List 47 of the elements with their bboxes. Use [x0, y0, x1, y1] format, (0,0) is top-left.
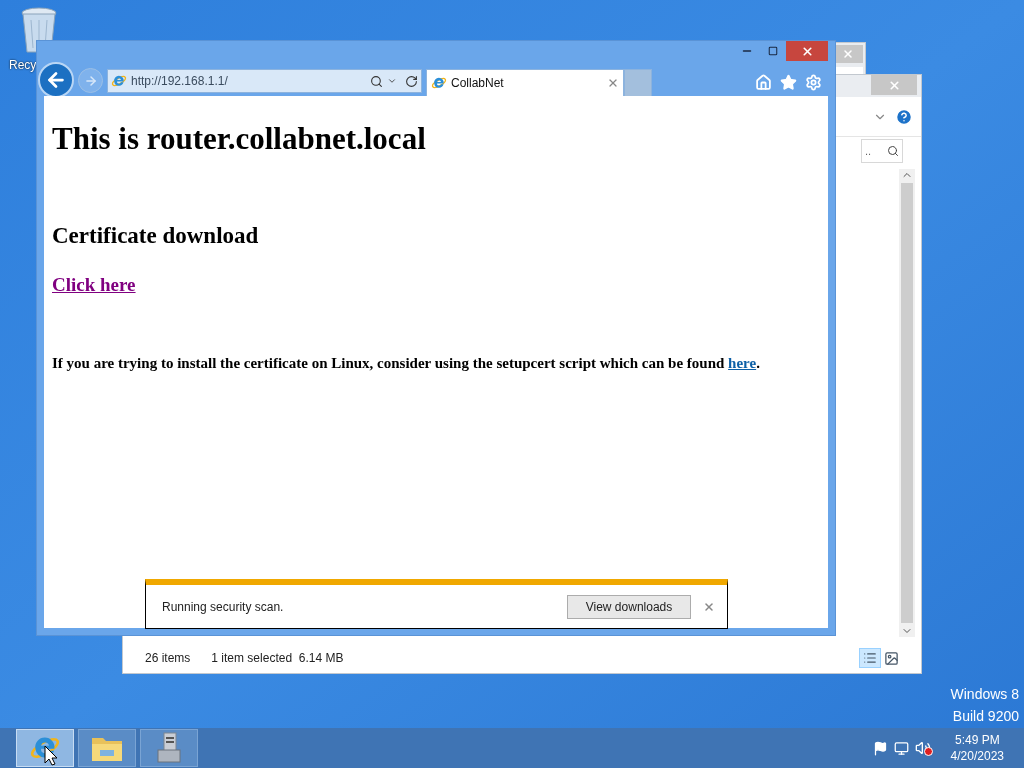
clock-date[interactable]: 4/20/2023	[950, 748, 1004, 764]
close-icon	[887, 78, 901, 92]
browser-icon	[111, 73, 127, 89]
details-view-button[interactable]	[859, 648, 881, 668]
click-here-link[interactable]: Click here	[52, 271, 136, 300]
close-icon[interactable]	[703, 600, 715, 613]
scroll-bar[interactable]	[899, 169, 915, 637]
icon-label: Recy	[9, 57, 37, 74]
help-icon[interactable]	[895, 107, 913, 126]
address-bar[interactable]: http://192.168.1.1/	[107, 69, 422, 93]
download-message: Running security scan.	[162, 598, 285, 616]
close-tab-icon[interactable]	[607, 77, 619, 89]
network-icon[interactable]	[893, 740, 909, 756]
star-icon[interactable]	[780, 74, 797, 91]
taskbar-button[interactable]	[16, 729, 74, 767]
settings-icon[interactable]	[805, 74, 822, 91]
browser-icon	[431, 75, 447, 91]
muted-badge	[923, 747, 933, 756]
cursor-icon	[44, 745, 58, 766]
forward-button[interactable]	[78, 68, 103, 93]
tiles-view-icon[interactable]	[884, 650, 899, 666]
status-text: 1 item selected 6.14 MB	[211, 650, 344, 667]
back-button[interactable]	[38, 62, 74, 98]
list-view-icon	[863, 651, 877, 665]
close-icon	[800, 44, 814, 58]
search-icon[interactable]	[370, 74, 383, 88]
maximize-icon	[768, 46, 778, 56]
status-text: 26 items	[145, 650, 191, 667]
browser-tab[interactable]: CollabNet	[426, 69, 624, 96]
search-field[interactable]: ..	[861, 139, 903, 163]
home-icon[interactable]	[755, 74, 772, 91]
here-link[interactable]: here	[728, 354, 757, 371]
search-icon	[887, 145, 899, 157]
clock-time[interactable]: 5:49 PM	[954, 732, 1000, 748]
close-button[interactable]	[786, 41, 828, 61]
refresh-icon[interactable]	[405, 74, 418, 88]
os-version-text: Windows 8	[950, 685, 1019, 704]
page-subheading: Certificate download	[52, 221, 260, 250]
paragraph: If you are trying to install the certificate on Linux, consider using the setupcert script which can be found here.	[52, 353, 761, 373]
view-downloads-button[interactable]: View downloads	[567, 594, 691, 619]
dropdown-icon[interactable]	[387, 76, 397, 86]
os-version-text: Build 9200	[952, 707, 1019, 726]
flag-icon[interactable]	[872, 740, 888, 756]
close-icon	[842, 48, 854, 60]
arrow-right-icon	[83, 73, 98, 88]
server-icon	[155, 732, 183, 764]
page-heading: This is router.collabnet.local	[52, 120, 427, 158]
